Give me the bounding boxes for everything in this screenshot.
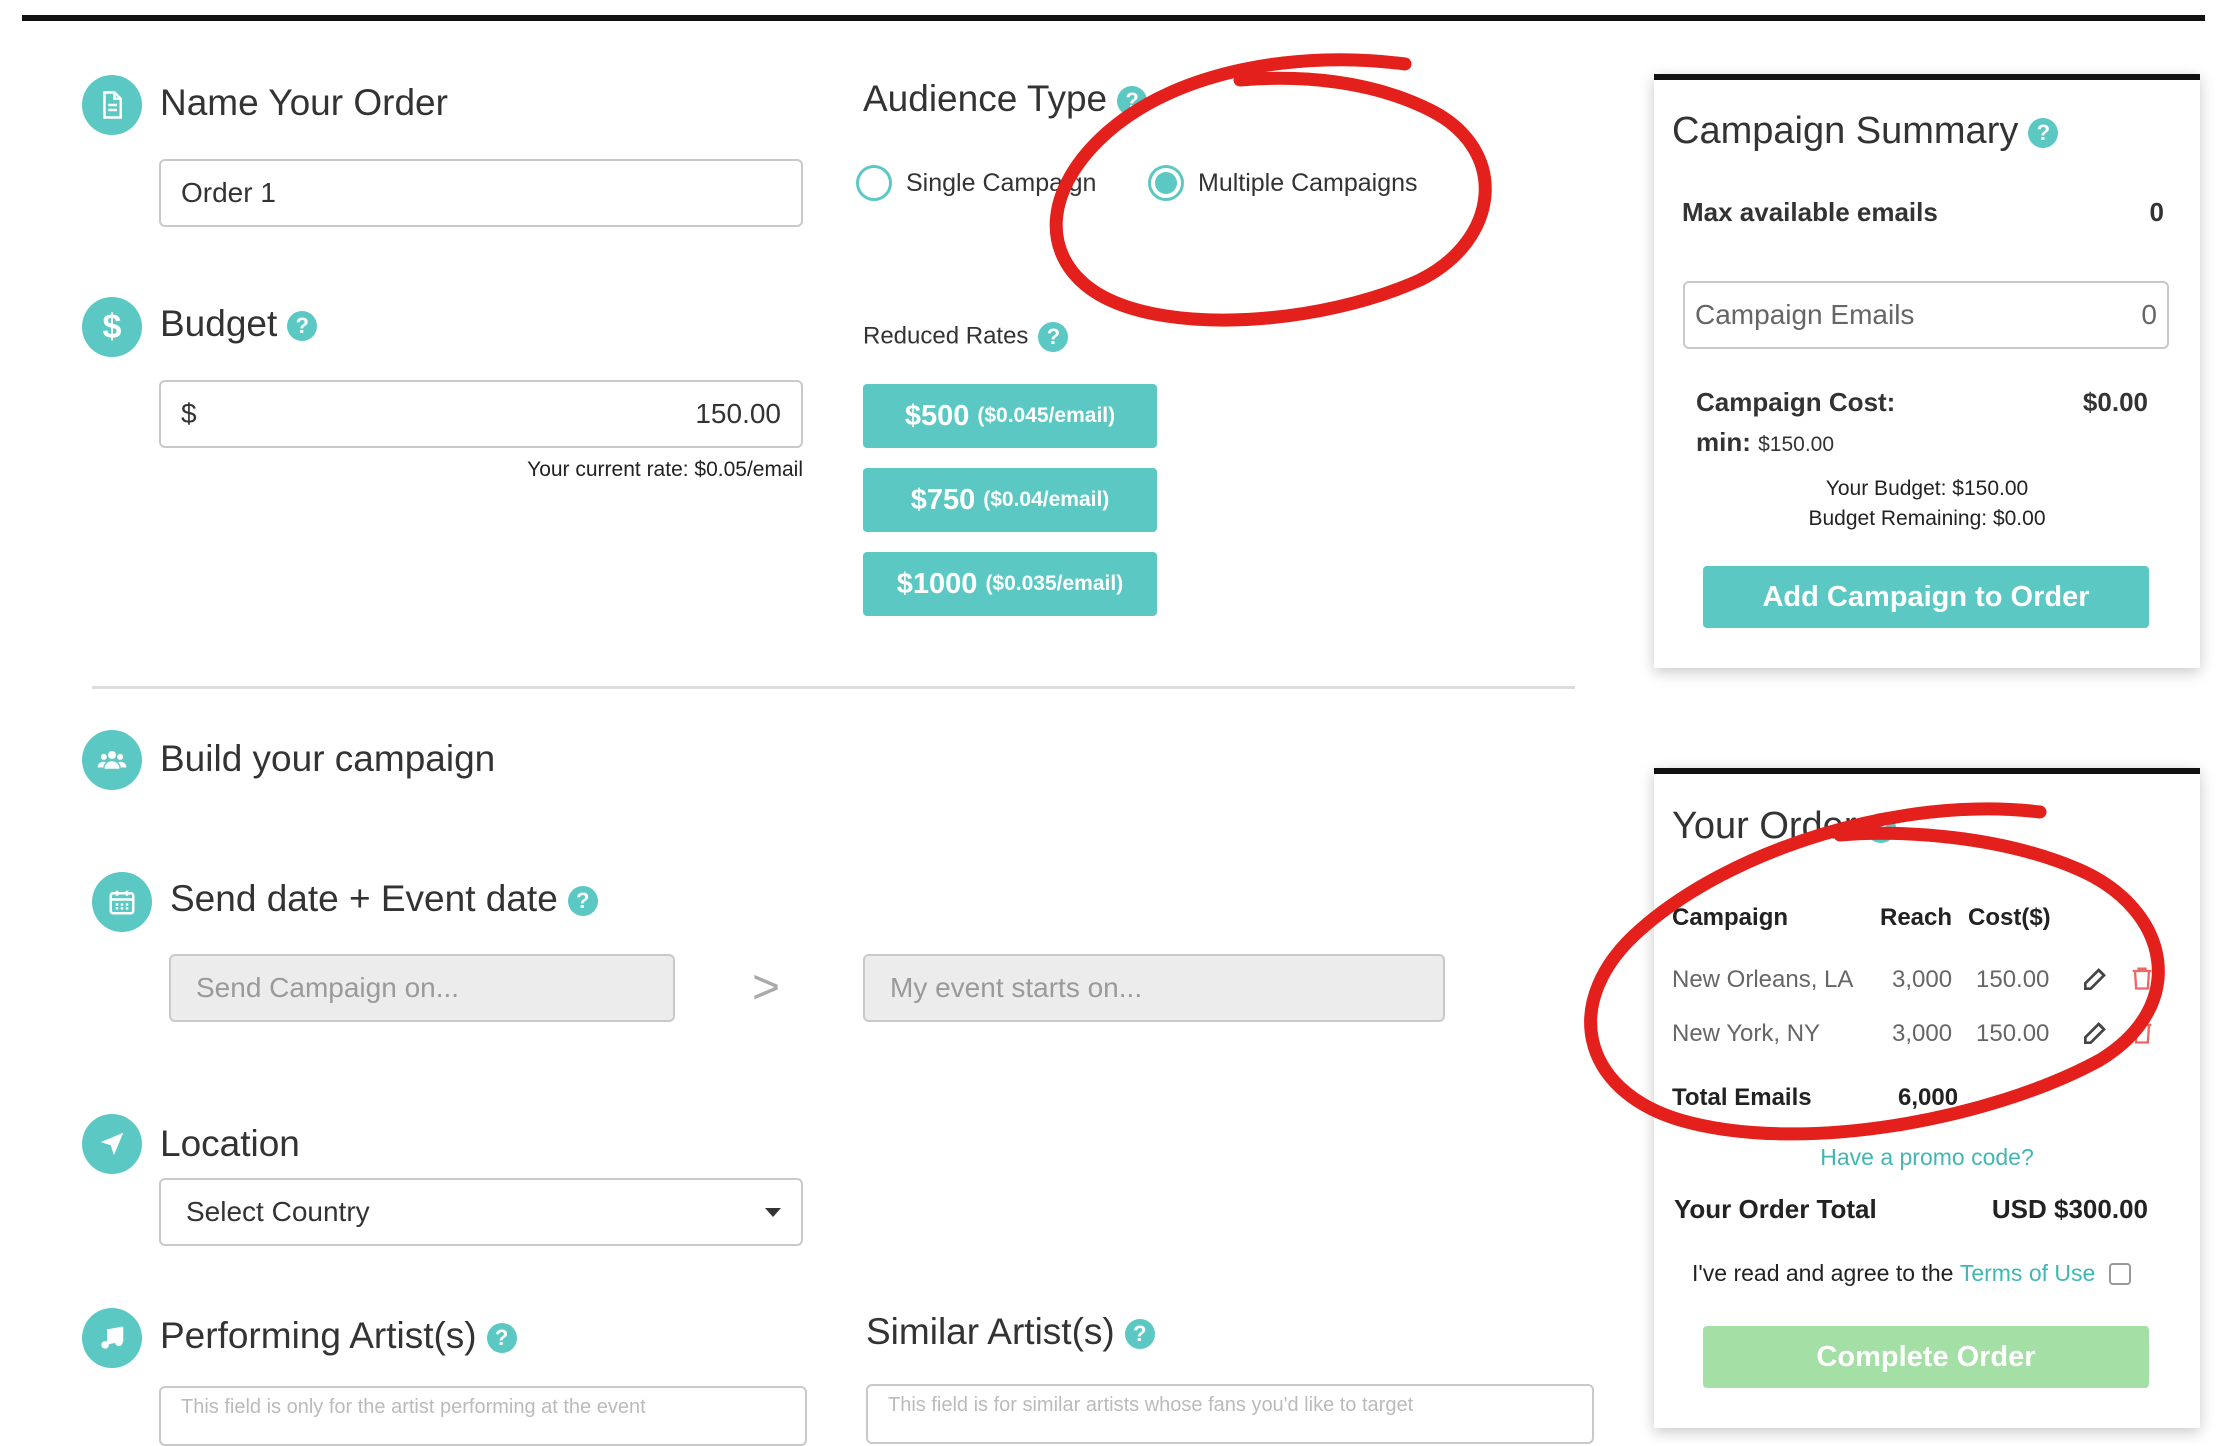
- col-campaign-header: Campaign: [1672, 904, 1789, 931]
- rate-per-email: ($0.045/email): [977, 404, 1116, 427]
- edit-icon[interactable]: [2080, 962, 2112, 999]
- terms-link[interactable]: Terms of Use: [1960, 1260, 2095, 1287]
- budget-remaining-text: Budget Remaining: $0.00: [1808, 507, 2046, 530]
- radio-multiple-campaigns[interactable]: Multiple Campaigns: [1148, 165, 1418, 201]
- section-divider: [92, 686, 1575, 689]
- rate-per-email: ($0.035/email): [985, 572, 1124, 595]
- terms-checkbox[interactable]: [2109, 1262, 2132, 1285]
- order-name-input[interactable]: Order 1: [159, 159, 803, 227]
- similar-artist-input[interactable]: This field is for similar artists whose …: [866, 1384, 1594, 1444]
- radio-checked[interactable]: [1148, 165, 1184, 201]
- order-row-cost: 150.00: [1976, 1020, 2050, 1047]
- radio-single-label: Single Campaign: [906, 168, 1097, 197]
- dates-heading: Send date + Event date?: [170, 878, 598, 920]
- max-emails-label: Max available emails: [1682, 197, 1938, 227]
- build-campaign-title: Build your campaign: [160, 738, 496, 779]
- min-label: min:: [1696, 427, 1751, 457]
- campaign-emails-placeholder: Campaign Emails: [1695, 299, 1915, 330]
- budget-input[interactable]: $ 150.00: [159, 380, 803, 448]
- col-reach-header: Reach: [1880, 904, 1953, 931]
- terms-agreement: I've read and agree to the Terms of Use: [1692, 1260, 2132, 1287]
- budget-value: 150.00: [695, 398, 781, 429]
- help-icon[interactable]: ?: [1117, 86, 1148, 117]
- help-icon[interactable]: ?: [287, 311, 318, 342]
- current-rate-text: Your current rate: $0.05/email: [527, 458, 803, 481]
- campaign-cost-label: Campaign Cost:: [1696, 387, 1896, 417]
- help-icon[interactable]: ?: [1866, 812, 1897, 843]
- terms-prefix: I've read and agree to the: [1692, 1260, 1954, 1286]
- location-arrow-icon: [82, 1114, 142, 1174]
- performing-title: Performing Artist(s): [160, 1315, 477, 1356]
- edit-icon[interactable]: [2080, 1016, 2112, 1053]
- location-title: Location: [160, 1123, 300, 1164]
- performing-heading: Performing Artist(s)?: [160, 1315, 517, 1357]
- help-icon[interactable]: ?: [1124, 1319, 1155, 1350]
- caret-down-icon: [765, 1207, 781, 1217]
- order-row-reach: 3,000: [1892, 1020, 1953, 1047]
- your-order-heading: Your Order?: [1672, 805, 1897, 848]
- order-total-value: USD $300.00: [1991, 1194, 2148, 1224]
- rate-per-email: ($0.04/email): [983, 488, 1110, 511]
- promo-code-link[interactable]: Have a promo code?: [1654, 1144, 2200, 1171]
- event-date-input[interactable]: My event starts on...: [863, 954, 1445, 1022]
- help-icon[interactable]: ?: [486, 1323, 517, 1354]
- complete-order-button[interactable]: Complete Order: [1703, 1326, 2149, 1388]
- order-row-campaign: New Orleans, LA: [1672, 966, 1854, 993]
- add-campaign-button[interactable]: Add Campaign to Order: [1703, 566, 2149, 628]
- performing-artist-input[interactable]: This field is only for the artist perfor…: [159, 1386, 807, 1446]
- summary-title: Campaign Summary: [1672, 110, 2019, 152]
- help-icon[interactable]: ?: [567, 886, 598, 917]
- arrow-separator: >: [752, 961, 781, 1014]
- rate-amount: $1000: [896, 567, 978, 600]
- budget-heading: Budget?: [160, 303, 318, 345]
- your-budget-text: Your Budget: $150.00: [1825, 477, 2029, 500]
- min-value: $150.00: [1758, 433, 1835, 456]
- radio-single-campaign[interactable]: Single Campaign: [856, 165, 1096, 201]
- calendar-icon: [92, 872, 152, 932]
- country-select-value: Select Country: [186, 1196, 370, 1227]
- trash-icon[interactable]: [2128, 1016, 2156, 1053]
- country-select[interactable]: Select Country: [159, 1178, 803, 1246]
- campaign-cost-value: $0.00: [2082, 387, 2148, 417]
- summary-heading: Campaign Summary?: [1672, 110, 2059, 153]
- rate-1000-button[interactable]: $1000 ($0.035/email): [863, 552, 1157, 616]
- help-icon[interactable]: ?: [1038, 322, 1069, 352]
- max-emails-value: 0: [2149, 197, 2164, 227]
- budget-title: Budget: [160, 303, 278, 344]
- dollar-icon: $: [82, 297, 142, 357]
- rate-750-button[interactable]: $750 ($0.04/email): [863, 468, 1157, 532]
- music-note-icon: [82, 1308, 142, 1368]
- your-order-title: Your Order: [1672, 805, 1857, 847]
- order-row-reach: 3,000: [1892, 966, 1953, 993]
- rate-amount: $750: [910, 483, 976, 516]
- dates-title: Send date + Event date: [170, 878, 558, 919]
- col-cost-header: Cost($): [1968, 904, 2051, 931]
- total-emails-value: 6,000: [1898, 1084, 1959, 1111]
- reduced-rates-title: Reduced Rates: [863, 322, 1029, 350]
- users-icon: [82, 730, 142, 790]
- radio-unchecked[interactable]: [856, 165, 892, 201]
- similar-heading: Similar Artist(s)?: [866, 1311, 1155, 1353]
- campaign-emails-value: 0: [2141, 299, 2157, 330]
- radio-multiple-label: Multiple Campaigns: [1198, 168, 1418, 197]
- reduced-rates-heading: Reduced Rates?: [863, 322, 1069, 352]
- campaign-emails-input[interactable]: Campaign Emails 0: [1683, 281, 2169, 349]
- similar-title: Similar Artist(s): [866, 1311, 1115, 1352]
- send-date-input[interactable]: Send Campaign on...: [169, 954, 675, 1022]
- min-cost: min: $150.00: [1696, 427, 1834, 458]
- trash-icon[interactable]: [2128, 962, 2156, 999]
- top-border: [22, 15, 2205, 21]
- document-icon: [82, 75, 142, 135]
- rate-amount: $500: [904, 399, 970, 432]
- order-total-label: Your Order Total: [1674, 1194, 1877, 1224]
- rate-500-button[interactable]: $500 ($0.045/email): [863, 384, 1157, 448]
- total-emails-label: Total Emails: [1672, 1084, 1812, 1111]
- order-row-campaign: New York, NY: [1672, 1020, 1821, 1047]
- audience-type-heading: Audience Type?: [863, 78, 1148, 120]
- currency-symbol: $: [181, 398, 197, 429]
- help-icon[interactable]: ?: [2028, 117, 2059, 148]
- order-row-cost: 150.00: [1976, 966, 2050, 993]
- name-order-title: Name Your Order: [160, 82, 448, 123]
- audience-type-title: Audience Type: [863, 78, 1108, 119]
